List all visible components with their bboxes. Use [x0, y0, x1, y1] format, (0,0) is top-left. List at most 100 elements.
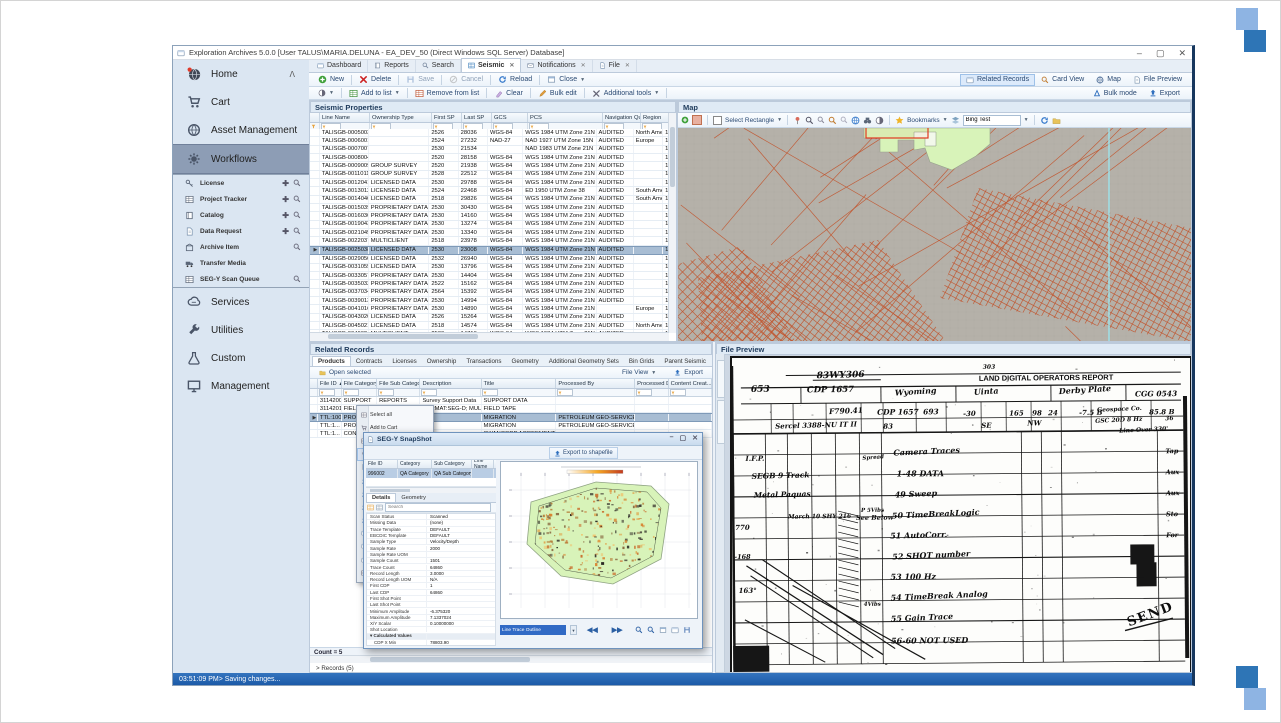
column-header-file-category[interactable]: File Category [342, 379, 377, 388]
trace-outline-dropdown-button[interactable]: ▼ [570, 625, 577, 635]
bulk-edit-button[interactable]: Bulk edit [533, 88, 582, 99]
table-row[interactable]: TALISGB-0012041LICENSED DATA253029788WGS… [310, 179, 669, 187]
fit-window-icon[interactable] [659, 626, 667, 634]
table-row[interactable]: TALISGB-0019043PROPRIETARY DATA253013274… [310, 221, 669, 229]
select-rectangle-checkbox[interactable] [713, 116, 722, 125]
related-tab-transactions[interactable]: Transactions [461, 357, 506, 366]
table-row[interactable]: TALISGB-0011011GROUP SURVEY252822512WGS-… [310, 171, 669, 179]
thumbnails-tab[interactable] [717, 360, 725, 398]
map-canvas[interactable] [678, 128, 1191, 342]
column-header-navigation-qu[interactable]: Navigation Qu... [603, 113, 641, 122]
export-to-shapefile-button[interactable]: Export to shapefile [549, 447, 618, 459]
related-records-button[interactable]: Related Records [960, 74, 1035, 86]
add-icon[interactable]: ✚ [282, 227, 289, 236]
table-row[interactable]: TALISGB-0039013PROPRIETARY DATA253014994… [310, 297, 669, 305]
related-tab-licenses[interactable]: Licenses [387, 357, 421, 366]
table-row[interactable]: TALISGB-0016030PROPRIETARY DATA253014160… [310, 212, 669, 220]
mag-icon[interactable] [293, 211, 301, 219]
tab-seismic[interactable]: Seismic✕ [461, 58, 522, 72]
sidebar-item-license[interactable]: License✚ [173, 175, 309, 191]
save-image-icon[interactable] [683, 626, 691, 634]
sidebar-item-services[interactable]: Services [173, 288, 309, 316]
close-tab-icon[interactable]: ✕ [581, 62, 586, 69]
column-header-gcs[interactable]: GCS [492, 113, 528, 122]
related-tab-bin-grids[interactable]: Bin Grids [624, 357, 659, 366]
zoom-out-icon[interactable] [647, 626, 655, 634]
table-row[interactable]: TALISGB-0013012LICENSED DATA252422468WGS… [310, 187, 669, 195]
column-header-line-name[interactable]: Line Name [472, 460, 494, 468]
seismic-horizontal-scrollbar[interactable] [310, 332, 669, 341]
tab-search[interactable]: Search [416, 59, 461, 72]
tab-file[interactable]: File✕ [593, 59, 637, 72]
column-header-description[interactable]: Description [420, 379, 481, 388]
sidebar-item-catalog[interactable]: Catalog✚ [173, 207, 309, 223]
filter-cell[interactable] [377, 389, 420, 396]
clear-button[interactable]: Clear [489, 88, 528, 99]
related-export-button[interactable]: Export [669, 368, 708, 377]
table-row[interactable]: TALISGB-0043020LICENSED DATA252615264WGS… [310, 314, 669, 322]
mag-icon[interactable] [293, 243, 301, 251]
column-header-region[interactable]: Region [641, 113, 671, 122]
mag-icon[interactable] [293, 227, 301, 235]
table-row[interactable]: TALISGB-0031055LICENSED DATA253013796WGS… [310, 264, 669, 272]
table-row[interactable]: TALISGB-0041016PROPRIETARY DATA253014890… [310, 305, 669, 313]
sidebar-item-home[interactable]: Homeᐱ [173, 60, 309, 88]
snapshot-map[interactable] [500, 461, 698, 619]
snapshot-maximize-button[interactable]: ▢ [680, 434, 687, 442]
snapshot-tab-details[interactable]: Details [366, 493, 396, 502]
tab-notifications[interactable]: Notifications✕ [521, 59, 592, 72]
previous-button[interactable]: ◀◀ [587, 626, 598, 634]
table-row[interactable]: 3114200SUPPORTREPORTSSurvey Support Data… [310, 397, 712, 405]
related-tab-products[interactable]: Products [312, 356, 351, 366]
related-tab-ownership[interactable]: Ownership [422, 357, 462, 366]
column-header-content-creat[interactable]: Content Creat... [669, 379, 712, 388]
table-row[interactable]: TALISGB-0029050LICENSED DATA253226940WGS… [310, 255, 669, 263]
open-selected-button[interactable]: Open selected [314, 368, 376, 377]
filter-cell[interactable] [420, 389, 481, 396]
close-tab-icon[interactable]: ✕ [625, 62, 630, 69]
filter-cell[interactable] [318, 389, 342, 396]
table-row[interactable]: TALISGB-0014040LICENSED DATA251829826WGS… [310, 196, 669, 204]
table-row[interactable]: ▶TALISGB-0025038LICENSED DATA253023008WG… [310, 246, 669, 255]
tab-dashboard[interactable]: Dashboard [311, 59, 368, 72]
maximize-button[interactable]: ▢ [1156, 48, 1165, 59]
map-search-dropdown[interactable]: ▼ [1024, 117, 1029, 123]
related-tab-child-seismic[interactable]: Child Seismic [711, 357, 712, 366]
add-icon[interactable]: ✚ [282, 211, 289, 220]
filter-cell[interactable] [635, 389, 669, 396]
snapshot-search-input[interactable] [385, 503, 491, 512]
sidebar-item-custom[interactable]: Custom [173, 344, 309, 372]
sidebar-item-workflows[interactable]: Workflows [173, 144, 309, 174]
additional-tools-button[interactable]: Additional tools▼ [587, 88, 664, 99]
add-to-list-button[interactable]: Add to list▼ [344, 88, 405, 99]
table-row[interactable]: TALISGB-0008004252028158WGS-84WGS 1984 U… [310, 154, 669, 162]
sidebar-item-data-request[interactable]: Data Request✚ [173, 223, 309, 239]
minimize-button[interactable]: – [1137, 48, 1142, 58]
select-rectangle-label[interactable]: Select Rectangle [725, 117, 774, 124]
table-row[interactable]: TALISGB-0005003252628036WGS-84WGS 1984 U… [310, 129, 669, 137]
remove-from-list-button[interactable]: Remove from list [410, 88, 485, 99]
file-view-dropdown[interactable]: File View▼ [617, 368, 661, 377]
column-header-line-name[interactable]: Line Name [320, 113, 370, 122]
table-row[interactable]: TALISGB-0035032PROPRIETARY DATA252215162… [310, 280, 669, 288]
sidebar-item-project-tracker[interactable]: Project Tracker✚ [173, 191, 309, 207]
new-button[interactable]: New [313, 74, 349, 85]
zoom-in-icon[interactable] [635, 626, 643, 634]
trace-outline-dropdown[interactable]: Line Trace Outline [500, 625, 566, 635]
seismic-vertical-scrollbar[interactable] [668, 113, 676, 333]
view-options-dropdown[interactable]: ▼ [313, 88, 339, 98]
related-tab-contracts[interactable]: Contracts [351, 357, 387, 366]
column-header-category[interactable]: Category [398, 460, 432, 468]
reload-button[interactable]: Reload [493, 74, 537, 85]
column-header-ownership-type[interactable]: Ownership Type [370, 113, 432, 122]
column-header-pcs[interactable]: PCS [528, 113, 603, 122]
table-row[interactable]: TALISGB-0007007253021534NAD 1983 UTM Zon… [310, 146, 669, 154]
card-view-button[interactable]: Card View [1035, 74, 1090, 86]
column-header-sub-category[interactable]: Sub Category [432, 460, 472, 468]
filter-cell[interactable] [556, 389, 635, 396]
snapshot-close-button[interactable]: ✕ [692, 434, 698, 442]
tab-reports[interactable]: Reports [368, 59, 416, 72]
column-header-last-sp[interactable]: Last SP [462, 113, 492, 122]
export-button[interactable]: Export [1143, 87, 1186, 99]
table-row[interactable]: TALISGB-0006001252427232NAD-27NAD 1927 U… [310, 137, 669, 145]
